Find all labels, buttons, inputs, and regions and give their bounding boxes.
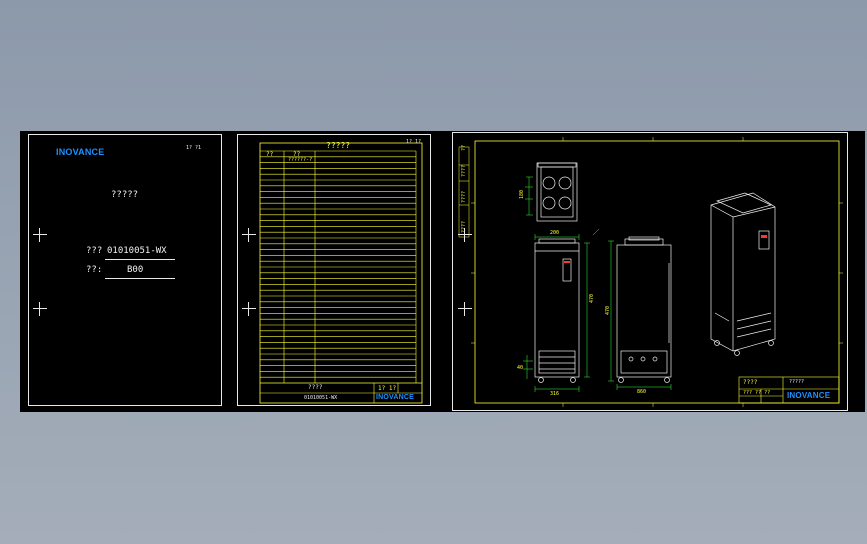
side-view xyxy=(616,236,672,383)
cad-viewport[interactable]: INOVANCE 1? ?1 ????? ??? 01010051-WX ??:… xyxy=(20,131,865,412)
crosshair-marker xyxy=(242,228,256,242)
revision-col-header: ?? xyxy=(266,151,274,158)
title-block-sub: ????? xyxy=(789,379,805,385)
revision-footer-label: ???? xyxy=(308,384,323,391)
crosshair-marker xyxy=(458,228,472,242)
revision-table xyxy=(259,142,423,404)
dimension-text: 200 xyxy=(550,230,560,236)
crosshair-marker xyxy=(33,302,47,316)
revision-footer-page: 1? 1? xyxy=(378,385,397,392)
dimension-text: 470 xyxy=(589,293,595,303)
revision-footer-code: 01010051-WX xyxy=(304,395,338,401)
cover-title: ????? xyxy=(111,190,139,200)
crosshair-marker xyxy=(242,302,256,316)
version-label: ??: xyxy=(86,265,103,275)
version-underline xyxy=(105,278,175,279)
inovance-logo: INOVANCE xyxy=(787,391,831,400)
revision-title: ????? xyxy=(326,141,351,150)
dimension-text: 470 xyxy=(605,305,611,315)
dimension-text: 860 xyxy=(637,389,647,395)
front-view xyxy=(534,238,580,383)
revision-first-row: ??????-? xyxy=(288,157,313,163)
margin-label: ???? xyxy=(461,164,467,177)
margin-label: ???? xyxy=(461,190,467,203)
title-block-code: ??? ?? ?? xyxy=(743,390,771,396)
crosshair-marker xyxy=(33,228,47,242)
margin-label: ?? xyxy=(461,144,467,151)
revision-sheet: ????? 1? 1? ?? ?? ??????-? ???? 01010051… xyxy=(237,134,431,406)
dimension-text: 180 xyxy=(519,189,525,199)
inovance-logo: INOVANCE xyxy=(56,147,105,157)
part-number-value: 01010051-WX xyxy=(107,246,167,256)
title-block-title: ???? xyxy=(743,379,758,386)
dimension-text: 316 xyxy=(550,391,560,397)
inovance-logo: INOVANCE xyxy=(376,394,415,401)
cover-corner-text: 1? ?1 xyxy=(186,145,202,151)
top-view xyxy=(536,162,578,222)
drawing-sheet: ?? ???? ???? ???? 200 470 316 470 860 18… xyxy=(452,132,848,411)
revision-page: 1? 1? xyxy=(406,139,422,145)
part-number-label: ??? xyxy=(86,246,103,256)
cover-sheet: INOVANCE 1? ?1 ????? ??? 01010051-WX ??:… xyxy=(28,134,222,406)
version-value: B00 xyxy=(127,265,144,275)
part-number-underline xyxy=(105,259,175,260)
crosshair-marker xyxy=(458,302,472,316)
outline-drawing xyxy=(458,137,843,407)
dimension-text: 40 xyxy=(517,365,524,371)
isometric-view xyxy=(710,192,776,356)
